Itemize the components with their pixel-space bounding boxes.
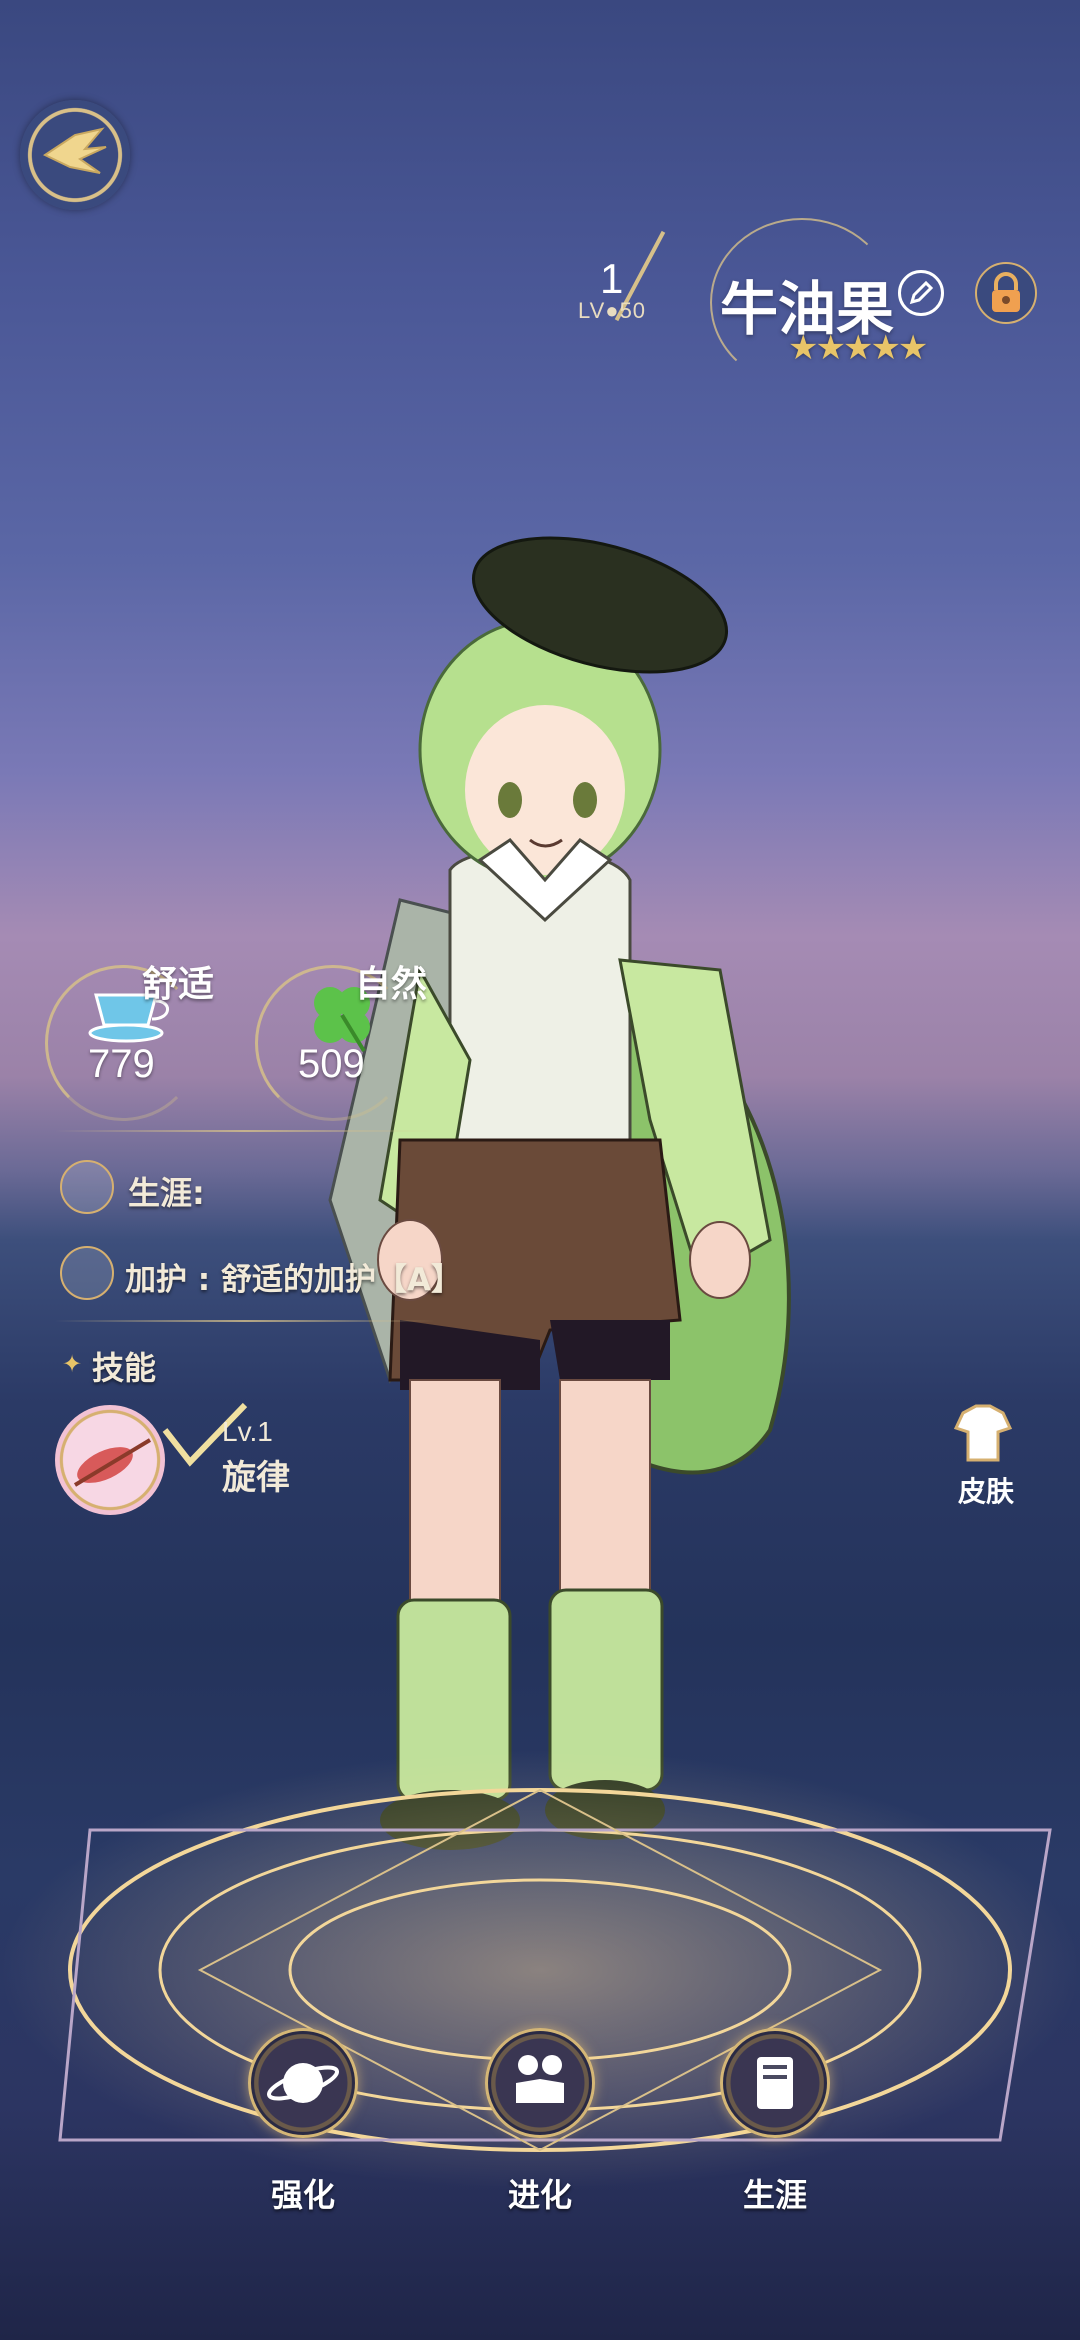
stat-label-nature: 自然 [355,964,428,1005]
blessing-divider [55,1320,435,1322]
stats-divider [55,1130,435,1132]
rarity-stars: ★★★★★ [788,328,928,368]
figures-icon [516,2055,564,2103]
career-nav-button[interactable] [720,2028,830,2138]
lock-button[interactable] [975,262,1037,324]
evolve-button[interactable] [485,2028,595,2138]
stat-label-comfort: 舒适 [142,964,215,1005]
blessing-icon [60,1246,114,1300]
career-icon [60,1160,114,1214]
skill-name: 旋律 [222,1458,290,1498]
skin-label: 皮肤 [958,1475,1015,1508]
pencil-icon [909,280,934,305]
level-current: 1 [600,255,624,302]
wing-back-icon [42,127,107,174]
back-button[interactable] [20,100,130,210]
scroll-icon [757,2057,793,2109]
shirt-icon [953,1404,1013,1462]
stat-value-nature: 509 [298,1042,365,1086]
blessing-label: 加护 : 舒适的加护【A】 [125,1262,462,1298]
padlock-icon [992,272,1020,312]
diamond-icon: ✦ [62,1350,83,1378]
planet-icon [266,2063,340,2103]
skill-melody-button[interactable] [55,1405,165,1515]
level-cap: LV●50 [578,298,647,323]
skin-button[interactable] [948,1398,1018,1468]
career-label: 生涯: [128,1174,205,1212]
enhance-label: 强化 [270,2176,335,2214]
violin-icon [73,1438,152,1487]
edit-name-button[interactable] [898,270,944,316]
career-nav-label: 生涯 [742,2176,807,2214]
skills-title: 技能 [92,1349,157,1387]
evolve-label: 进化 [507,2176,572,2214]
skill-level: Lv.1 [222,1416,273,1447]
enhance-button[interactable] [248,2028,358,2138]
stat-value-comfort: 779 [88,1042,155,1086]
